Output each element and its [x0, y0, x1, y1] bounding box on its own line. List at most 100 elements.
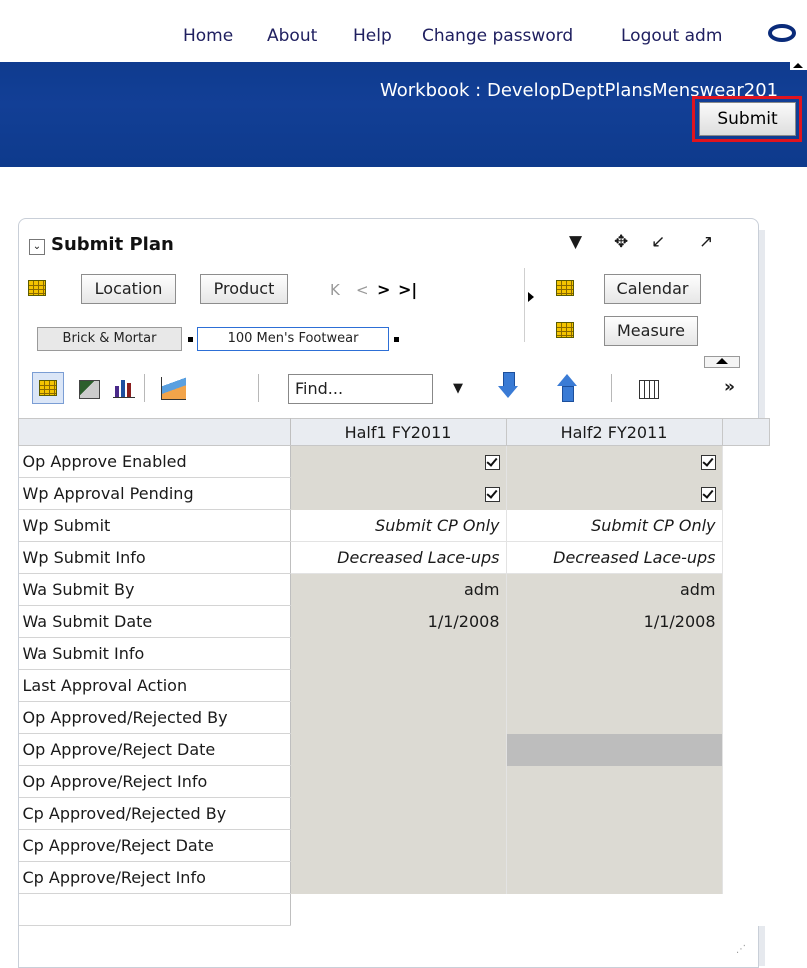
row-label: Last Approval Action: [18, 669, 291, 702]
table-row: Op Approve Enabled: [18, 445, 769, 478]
data-cell[interactable]: Decreased Lace-ups: [290, 541, 507, 574]
product-button[interactable]: Product: [200, 274, 288, 304]
data-cell[interactable]: Decreased Lace-ups: [506, 541, 723, 574]
table-header-row: Half1 FY2011 Half2 FY2011: [18, 418, 770, 446]
find-next-icon[interactable]: [498, 372, 518, 400]
change-password-link[interactable]: Change password: [422, 26, 573, 46]
data-cell[interactable]: [290, 701, 507, 734]
previous-icon[interactable]: <: [356, 281, 369, 299]
move-icon[interactable]: ✥: [614, 232, 628, 252]
toolbar-separator: [258, 374, 259, 402]
row-filler: [722, 477, 769, 510]
area-chart-icon[interactable]: [161, 377, 186, 400]
find-input[interactable]: Find...: [288, 374, 433, 404]
grid-icon: [556, 322, 574, 338]
footer-cell: [290, 893, 506, 926]
resize-grip-icon[interactable]: ⋰: [736, 944, 746, 955]
chart-view-icon[interactable]: [79, 380, 100, 399]
panel-title: Submit Plan: [51, 234, 174, 255]
row-label: Wa Submit Info: [18, 637, 291, 670]
home-link[interactable]: Home: [183, 26, 233, 46]
row-label: Wa Submit By: [18, 573, 291, 606]
about-link[interactable]: About: [267, 26, 317, 46]
data-cell[interactable]: [290, 829, 507, 862]
data-cell[interactable]: [290, 669, 507, 702]
find-previous-icon[interactable]: [557, 374, 577, 402]
row-filler: [722, 541, 769, 574]
row-label: Op Approve/Reject Date: [18, 733, 291, 766]
data-cell[interactable]: 1/1/2008: [506, 605, 723, 638]
table-row: Wp Submit Info Decreased Lace-ups Decrea…: [18, 541, 769, 574]
collapse-toggle-icon[interactable]: ⌄: [29, 239, 45, 255]
checkbox[interactable]: [484, 455, 500, 471]
data-cell[interactable]: [290, 637, 507, 670]
column-header[interactable]: Half1 FY2011: [289, 418, 507, 446]
checkbox[interactable]: [484, 487, 500, 502]
column-settings-icon[interactable]: [639, 380, 659, 399]
table-row: Wp Submit Submit CP Only Submit CP Only: [18, 509, 769, 542]
table-row: Wa Submit Info: [18, 637, 769, 670]
header-filler: [721, 418, 770, 446]
data-cell[interactable]: Submit CP Only: [506, 509, 723, 542]
last-page-icon[interactable]: >|: [398, 280, 417, 299]
product-tile[interactable]: 100 Men's Footwear: [197, 327, 389, 351]
data-cell[interactable]: [290, 765, 507, 798]
data-cell[interactable]: [506, 765, 723, 798]
logout-link[interactable]: Logout adm: [621, 26, 722, 46]
row-label: Wp Submit: [18, 509, 291, 542]
data-cell[interactable]: [506, 669, 723, 702]
table-view-icon[interactable]: [32, 372, 64, 404]
submit-button[interactable]: Submit: [699, 102, 796, 136]
row-label: Cp Approve/Reject Date: [18, 829, 291, 862]
checkbox-cell[interactable]: [290, 477, 507, 510]
grid-icon: [556, 280, 574, 296]
data-cell[interactable]: adm: [290, 573, 507, 606]
collapse-pivot-icon[interactable]: [704, 356, 740, 368]
row-label: Wp Submit Info: [18, 541, 291, 574]
checkbox[interactable]: [700, 487, 716, 502]
overflow-icon[interactable]: »: [724, 377, 735, 397]
data-cell[interactable]: [290, 861, 507, 894]
find-dropdown-icon[interactable]: ▼: [453, 381, 463, 396]
restore-icon[interactable]: ↙: [651, 232, 665, 252]
data-cell[interactable]: [290, 797, 507, 830]
tile-separator: [394, 337, 399, 342]
row-label: Op Approve/Reject Info: [18, 765, 291, 798]
table-row: Wa Submit By adm adm: [18, 573, 769, 606]
table-row: Cp Approve/Reject Info: [18, 861, 769, 894]
data-cell[interactable]: [506, 797, 723, 830]
bar-chart-icon[interactable]: [113, 378, 135, 398]
measure-button[interactable]: Measure: [604, 316, 698, 346]
data-cell[interactable]: [506, 701, 723, 734]
first-page-icon[interactable]: K: [330, 281, 340, 299]
row-label: Cp Approved/Rejected By: [18, 797, 291, 830]
row-label: Wa Submit Date: [18, 605, 291, 638]
data-cell[interactable]: adm: [506, 573, 723, 606]
splitter-arrow-icon[interactable]: [524, 268, 537, 342]
location-button[interactable]: Location: [81, 274, 176, 304]
data-cell[interactable]: [506, 637, 723, 670]
data-cell[interactable]: [506, 861, 723, 894]
row-label: Cp Approve/Reject Info: [18, 861, 291, 894]
data-cell[interactable]: [506, 829, 723, 862]
grid-icon: [28, 280, 46, 296]
data-cell[interactable]: [506, 733, 723, 766]
checkbox-cell[interactable]: [506, 445, 723, 478]
checkbox-cell[interactable]: [506, 477, 723, 510]
oracle-logo-icon: [768, 24, 796, 42]
row-filler: [722, 861, 769, 894]
column-header[interactable]: Half2 FY2011: [505, 418, 723, 446]
location-tile[interactable]: Brick & Mortar: [37, 327, 182, 351]
calendar-button[interactable]: Calendar: [604, 274, 701, 304]
data-cell[interactable]: 1/1/2008: [290, 605, 507, 638]
collapse-banner-icon[interactable]: [790, 62, 807, 70]
help-link[interactable]: Help: [353, 26, 392, 46]
row-filler: [722, 573, 769, 606]
next-icon[interactable]: >: [377, 280, 390, 299]
data-cell[interactable]: Submit CP Only: [290, 509, 507, 542]
maximize-icon[interactable]: ↗: [699, 232, 713, 252]
dropdown-arrow-icon[interactable]: ▼: [569, 232, 582, 252]
checkbox[interactable]: [700, 455, 716, 471]
data-cell[interactable]: [290, 733, 507, 766]
checkbox-cell[interactable]: [290, 445, 507, 478]
